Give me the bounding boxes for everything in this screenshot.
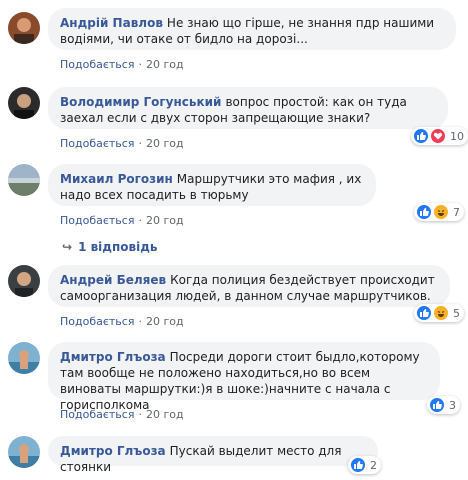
reaction-count: 7 [453, 205, 460, 219]
comment-actions: Подобається · 20 год [60, 214, 184, 227]
comment-time[interactable]: 20 год [146, 58, 184, 71]
comment-author[interactable]: Андрей Беляев [60, 273, 166, 287]
comment-bubble: Михаил Рогозин Маршрутчики это мафия , их… [48, 164, 376, 206]
comment-bubble: Володимир Гогунський вопрос простой: как … [48, 87, 448, 129]
like-link[interactable]: Подобається [60, 58, 134, 71]
like-link[interactable]: Подобається [60, 315, 134, 328]
like-reaction-icon [429, 397, 445, 413]
comment-actions: Подобається · 20 год [60, 315, 184, 328]
avatar[interactable] [8, 87, 40, 119]
love-reaction-icon [430, 128, 446, 144]
reaction-summary[interactable]: 5 [414, 304, 464, 322]
like-link[interactable]: Подобається [60, 214, 134, 227]
reaction-count: 10 [450, 129, 464, 143]
comment-time[interactable]: 20 год [146, 408, 184, 421]
comment-bubble: Андрій Павлов Не знаю що гірше, не знання… [48, 8, 456, 50]
view-replies-link[interactable]: ↪ 1 відповідь [62, 240, 158, 254]
comment-author[interactable]: Дмитро Глъоза [60, 350, 166, 364]
like-reaction-icon [350, 457, 366, 473]
avatar[interactable] [8, 12, 40, 44]
avatar[interactable] [8, 342, 40, 374]
reaction-count: 2 [370, 458, 377, 472]
like-link[interactable]: Подобається [60, 408, 134, 421]
comment-time[interactable]: 20 год [146, 315, 184, 328]
comment-time[interactable]: 20 год [146, 137, 184, 150]
avatar[interactable] [8, 265, 40, 297]
comment-actions: Подобається · 20 год [60, 408, 184, 421]
comment-bubble: Дмитро Глъоза Пускай выделит место для ст… [48, 436, 378, 474]
comment-author[interactable]: Володимир Гогунський [60, 95, 221, 109]
like-reaction-icon [413, 128, 429, 144]
reaction-summary[interactable]: 2 [348, 456, 381, 474]
reaction-summary[interactable]: 3 [427, 396, 460, 414]
comment-time[interactable]: 20 год [146, 214, 184, 227]
comment-author[interactable]: Андрій Павлов [60, 16, 163, 30]
reply-arrow-icon: ↪ [62, 240, 73, 254]
comment-bubble: Андрей Беляев Когда полиция бездействует … [48, 265, 450, 307]
reaction-summary[interactable]: 7 [414, 203, 464, 221]
reaction-count: 3 [449, 398, 456, 412]
like-reaction-icon [416, 305, 432, 321]
comment-author[interactable]: Михаил Рогозин [60, 172, 173, 186]
avatar[interactable] [8, 164, 40, 196]
reaction-summary[interactable]: 10 [411, 127, 468, 145]
comment-actions: Подобається · 20 год [60, 58, 184, 71]
haha-reaction-icon [433, 204, 449, 220]
reaction-count: 5 [453, 306, 460, 320]
comment-actions: Подобається · 20 год [60, 137, 184, 150]
comment-author[interactable]: Дмитро Глъоза [60, 444, 166, 458]
like-reaction-icon [416, 204, 432, 220]
haha-reaction-icon [433, 305, 449, 321]
like-link[interactable]: Подобається [60, 137, 134, 150]
reply-count: 1 відповідь [78, 240, 158, 254]
comment-bubble: Дмитро Глъоза Посреди дороги стоит быдло,… [48, 342, 440, 412]
avatar[interactable] [8, 436, 40, 468]
